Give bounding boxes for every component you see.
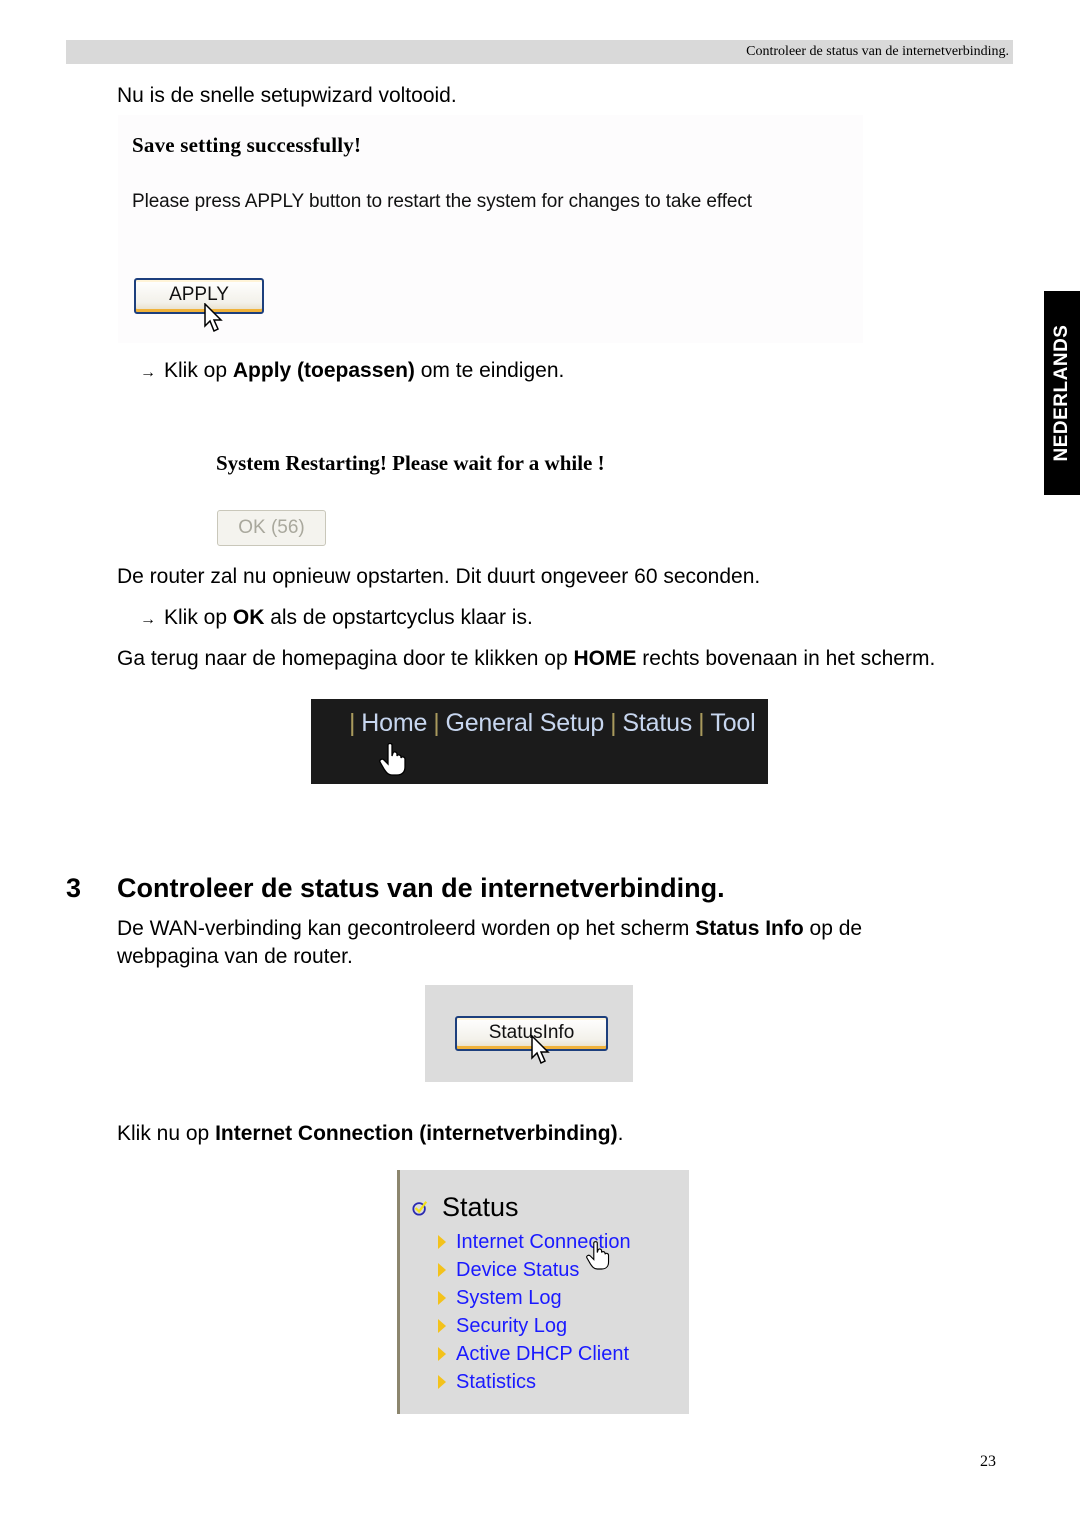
statusinfo-screenshot: StatusInfo — [425, 985, 633, 1082]
arrow-cursor-icon — [204, 303, 223, 333]
menu-item-label: Statistics — [456, 1371, 537, 1393]
restart-dialog-title: System Restarting! Please wait for a whi… — [216, 451, 605, 475]
save-settings-screenshot: Save setting successfully! Please press … — [118, 115, 863, 343]
home-instruction: Ga terug naar de homepagina door te klik… — [117, 647, 935, 671]
restart-info-text: De router zal nu opnieuw opstarten. Dit … — [117, 565, 761, 588]
internet-instruction-pre: Klik nu op — [117, 1122, 216, 1145]
navbar-separator: | — [610, 709, 617, 737]
bullet-triangle-icon — [438, 1291, 446, 1305]
running-header: Controleer de status van de internetverb… — [66, 40, 1013, 64]
wan-text-bold: Status Info — [695, 917, 804, 940]
arrow-icon: → — [140, 364, 156, 381]
status-menu-title: Status — [442, 1192, 519, 1222]
menu-item-statistics[interactable]: Statistics — [438, 1371, 536, 1394]
step-apply-post: om te eindigen. — [414, 359, 565, 382]
arrow-cursor-icon — [531, 1035, 550, 1065]
language-label: NEDERLANDS — [1051, 324, 1072, 462]
wan-text-line2: webpagina van de router. — [117, 945, 353, 968]
home-instruction-bold: HOME — [573, 647, 637, 670]
status-check-icon — [412, 1201, 428, 1216]
step-ok-post: als de opstartcyclus klaar is. — [264, 606, 533, 629]
menu-item-label: Security Log — [456, 1315, 568, 1337]
section-number: 3 — [66, 873, 82, 903]
section-title: Controleer de status van de internetverb… — [117, 873, 725, 903]
section-heading: 3 Controleer de status van de internetver… — [66, 873, 725, 904]
menu-item-active-dhcp-client[interactable]: Active DHCP Client — [438, 1343, 629, 1366]
menu-item-device-status[interactable]: Device Status — [438, 1259, 579, 1282]
home-instruction-post: rechts bovenaan in het scherm. — [636, 647, 936, 670]
wan-text-post: op de — [803, 917, 863, 940]
step-ok-bold: OK — [232, 606, 265, 629]
menu-item-security-log[interactable]: Security Log — [438, 1315, 567, 1338]
bullet-triangle-icon — [438, 1235, 446, 1249]
bullet-triangle-icon — [438, 1319, 446, 1333]
step-apply-bold: Apply (toepassen) — [232, 359, 415, 382]
save-dialog-message: Please press APPLY button to restart the… — [132, 191, 752, 212]
language-side-tab: NEDERLANDS — [1044, 291, 1080, 495]
save-dialog-title: Save setting successfully! — [132, 133, 362, 157]
menu-item-system-log[interactable]: System Log — [438, 1287, 562, 1310]
ok-countdown-button[interactable]: OK (56) — [217, 510, 326, 546]
bullet-triangle-icon — [438, 1347, 446, 1361]
internet-instruction-bold: Internet Connection (internetverbinding) — [215, 1122, 618, 1145]
bullet-triangle-icon — [438, 1263, 446, 1277]
navbar-separator: | — [698, 709, 705, 737]
nav-general-setup[interactable]: General Setup — [445, 709, 604, 737]
nav-tool[interactable]: Tool — [710, 709, 755, 737]
step-apply-instruction: → Klik op Apply (toepassen) om te eindige… — [140, 359, 564, 385]
menu-item-label: Active DHCP Client — [456, 1343, 630, 1365]
navbar-separator: | — [349, 709, 356, 737]
step-ok-pre: Klik op — [164, 606, 233, 629]
apply-button[interactable]: APPLY — [134, 278, 264, 314]
hand-pointer-icon — [379, 743, 406, 776]
arrow-icon: → — [140, 611, 156, 628]
internet-connection-instruction: Klik nu op Internet Connection (internet… — [117, 1122, 623, 1146]
step-apply-pre: Klik op — [164, 359, 233, 382]
bullet-triangle-icon — [438, 1375, 446, 1389]
navbar-items: | Home | General Setup | Status | Tool — [343, 709, 756, 738]
menu-item-label: System Log — [456, 1287, 562, 1309]
running-header-title: Controleer de status van de internetverb… — [746, 44, 1009, 59]
home-instruction-pre: Ga terug naar de homepagina door te klik… — [117, 647, 574, 670]
internet-instruction-post: . — [617, 1122, 624, 1145]
nav-status[interactable]: Status — [622, 709, 692, 737]
navbar-separator: | — [433, 709, 440, 737]
hand-pointer-icon — [586, 1241, 610, 1270]
wan-text-pre: De WAN-verbinding kan gecontroleerd word… — [117, 917, 696, 940]
wan-text-line1: De WAN-verbinding kan gecontroleerd word… — [117, 917, 862, 941]
step-ok-instruction: → Klik op OK als de opstartcyclus klaar i… — [140, 606, 533, 632]
page-number: 23 — [980, 1453, 996, 1470]
menu-item-label: Device Status — [456, 1259, 580, 1281]
router-navbar-screenshot: | Home | General Setup | Status | Tool — [311, 699, 768, 784]
status-menu-screenshot: Status Internet Connection Device Status… — [397, 1170, 689, 1414]
nav-home[interactable]: Home — [361, 709, 427, 737]
intro-text: Nu is de snelle setupwizard voltooid. — [117, 84, 457, 107]
